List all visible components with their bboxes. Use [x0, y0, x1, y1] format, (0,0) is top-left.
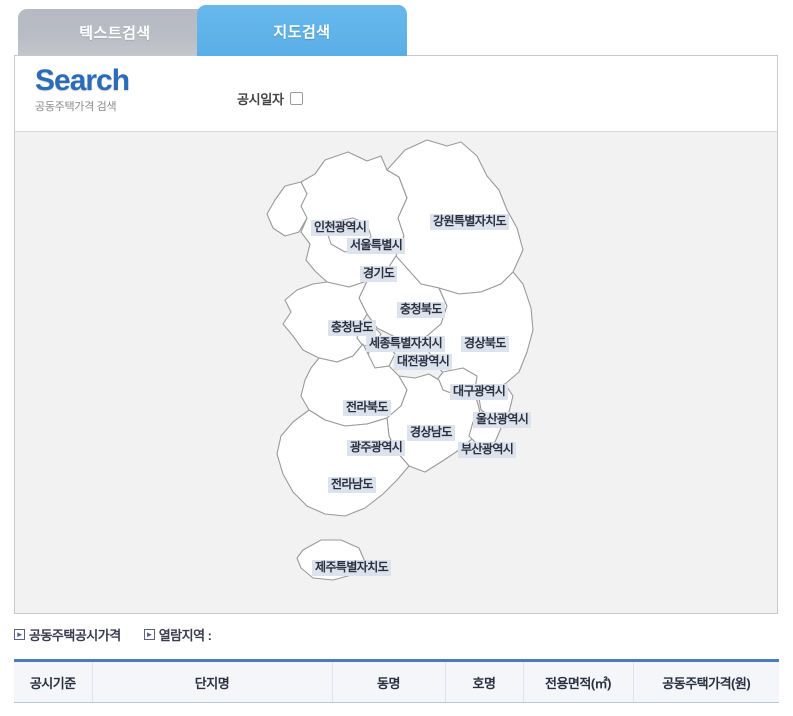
column-header-unit[interactable]: 호명 — [445, 660, 524, 703]
result-table: 공시기준 단지명 동명 호명 전용면적(㎡) 공동주택가격(원) — [14, 659, 779, 703]
map-label-chungbuk[interactable]: 충청북도 — [397, 302, 445, 318]
map-label-chungnam[interactable]: 충청남도 — [328, 320, 376, 336]
column-header-area[interactable]: 전용면적(㎡) — [523, 660, 634, 703]
announcement-date-label: 공시일자 — [237, 92, 284, 107]
column-header-price[interactable]: 공동주택가격(원) — [633, 660, 779, 703]
tab-map-search[interactable]: 지도검색 — [197, 5, 407, 56]
korea-map-panel[interactable]: 인천광역시 서울특별시 경기도 강원특별자치도 충청북도 충청남도 세종특별자치… — [14, 132, 778, 614]
map-label-jeju[interactable]: 제주특별자치도 — [312, 560, 392, 576]
search-header-panel: Search 공동주택가격 검색 공시일자 — [14, 55, 778, 132]
search-logo: Search 공동주택가격 검색 — [35, 64, 130, 114]
map-label-gwangju[interactable]: 광주광역시 — [347, 440, 406, 456]
map-label-sejong[interactable]: 세종특별자치시 — [366, 336, 446, 352]
legend-label-region: 열람지역 : — [158, 628, 212, 643]
tab-text-search[interactable]: 텍스트검색 — [18, 9, 212, 56]
column-header-standard[interactable]: 공시기준 — [14, 660, 93, 703]
search-logo-title: Search — [35, 64, 130, 97]
map-label-jeonbuk[interactable]: 전라북도 — [343, 400, 391, 416]
legend-label-price: 공동주택공시가격 — [29, 628, 121, 643]
chevron-right-box-icon: ► — [143, 629, 155, 640]
map-label-incheon[interactable]: 인천광역시 — [311, 220, 370, 236]
column-header-complex[interactable]: 단지명 — [92, 660, 333, 703]
announcement-date-filter[interactable]: 공시일자 — [237, 89, 303, 108]
column-header-building[interactable]: 동명 — [332, 660, 446, 703]
table-header-row: 공시기준 단지명 동명 호명 전용면적(㎡) 공동주택가격(원) — [14, 660, 779, 703]
announcement-date-checkbox[interactable] — [289, 92, 303, 105]
korea-map-svg[interactable] — [15, 132, 778, 614]
map-label-busan[interactable]: 부산광역시 — [458, 442, 517, 458]
legend-item-price: ► 공동주택공시가격 — [14, 625, 121, 644]
map-label-gyeonggi[interactable]: 경기도 — [360, 266, 398, 282]
map-label-daegu[interactable]: 대구광역시 — [450, 384, 509, 400]
map-label-ulsan[interactable]: 울산광역시 — [473, 412, 532, 428]
map-region-incheon — [266, 181, 308, 237]
map-label-gyeongnam[interactable]: 경상남도 — [407, 425, 455, 441]
chevron-right-box-icon: ► — [14, 629, 25, 640]
legend-item-region: ► 열람지역 : — [143, 625, 212, 644]
tab-bar: 텍스트검색 지도검색 — [0, 0, 793, 56]
map-label-daejeon[interactable]: 대전광역시 — [394, 354, 453, 370]
map-label-gangwon[interactable]: 강원특별자치도 — [430, 214, 510, 230]
tab-text-search-label: 텍스트검색 — [79, 25, 151, 42]
map-label-gyeongbuk[interactable]: 경상북도 — [461, 336, 509, 352]
tab-map-search-label: 지도검색 — [273, 24, 331, 41]
map-label-jeonnam[interactable]: 전라남도 — [328, 477, 376, 493]
legend: ► 공동주택공시가격 ► 열람지역 : — [14, 625, 212, 644]
map-label-seoul[interactable]: 서울특별시 — [347, 238, 406, 254]
search-logo-subtitle: 공동주택가격 검색 — [35, 101, 117, 113]
